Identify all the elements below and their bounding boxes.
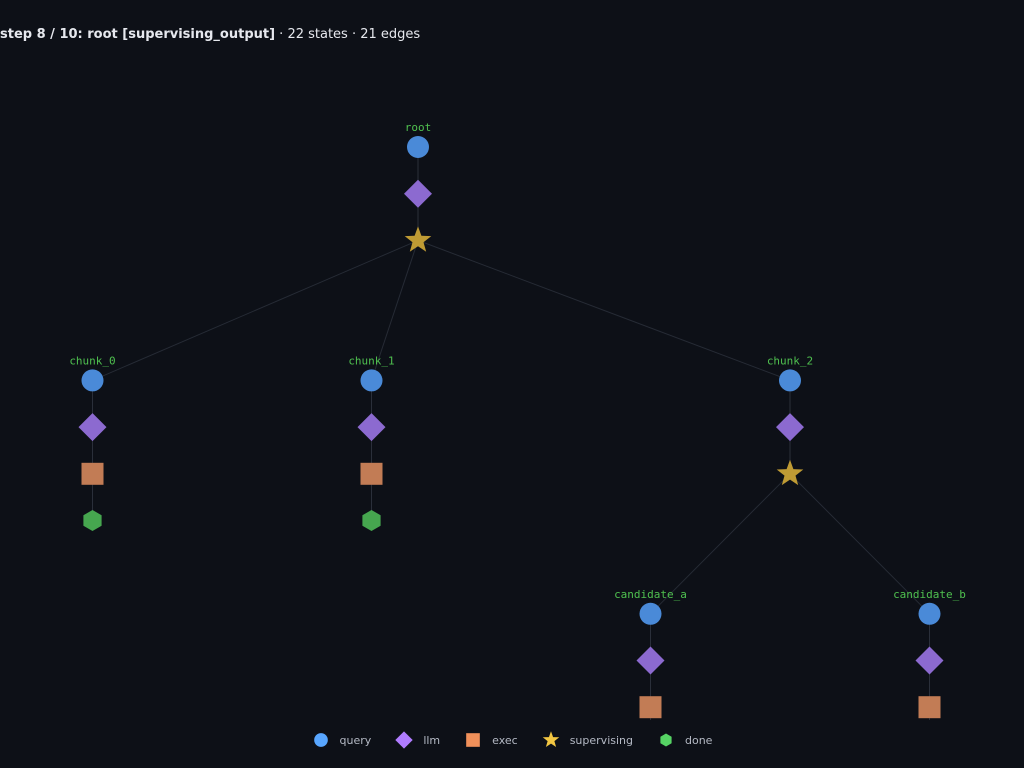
chunk_2-supervising-node — [776, 459, 804, 486]
legend-label: query — [339, 733, 372, 747]
candidate_a-exec-node — [639, 696, 662, 719]
candidate_a-query-node — [639, 602, 662, 625]
candidate_a-llm-node — [636, 646, 665, 675]
legend: query llm exec supervising done — [0, 731, 1024, 749]
root-supervising-node — [404, 226, 432, 252]
legend-label: done — [685, 733, 713, 747]
legend-llm-icon — [395, 731, 413, 749]
legend-query-icon — [313, 733, 328, 747]
chunk_0-done-node — [83, 510, 102, 531]
graph-edge — [417, 239, 791, 381]
root-llm-node — [404, 179, 432, 208]
chunk_2-query-node — [779, 369, 801, 392]
node-label-candidate_b: candidate_b — [893, 588, 966, 601]
legend-exec-marker — [466, 733, 480, 747]
state-graph: chunk_0 chunk_1 candidate_a candidate_b chun… — [69, 121, 966, 720]
legend-label: supervising — [569, 733, 633, 747]
legend-supervising-marker — [542, 731, 560, 747]
nodes-layer — [78, 136, 944, 719]
legend-supervising-icon — [542, 731, 560, 747]
node-label-chunk_0: chunk_0 — [69, 354, 115, 367]
node-label-root: root — [405, 121, 432, 134]
chunk_1-done-node — [362, 510, 381, 531]
node-label-candidate_a: candidate_a — [614, 588, 687, 601]
candidate_b-llm-node — [915, 646, 944, 675]
edges-layer — [92, 147, 930, 720]
chunk_0-exec-node — [81, 462, 104, 485]
legend-done-marker — [660, 733, 672, 747]
chunk_1-llm-node — [357, 413, 386, 442]
root-query-node — [407, 136, 429, 158]
chunk_1-exec-node — [360, 462, 383, 485]
legend-query-marker — [313, 733, 328, 747]
legend-done-icon — [660, 733, 672, 747]
chunk_1-query-node — [360, 369, 383, 392]
legend-label: llm — [423, 733, 441, 747]
legend-item-done: done — [657, 731, 712, 749]
legend-label: exec — [492, 733, 518, 747]
legend-item-exec: exec — [464, 731, 518, 749]
labels-layer: chunk_0 chunk_1 candidate_a candidate_b chun… — [69, 121, 966, 601]
legend-item-supervising: supervising — [542, 731, 633, 749]
legend-llm-marker — [395, 731, 413, 749]
chunk_0-llm-node — [78, 413, 107, 442]
legend-item-llm: llm — [395, 731, 440, 749]
node-label-chunk_2: chunk_2 — [767, 354, 813, 367]
chunk_0-query-node — [81, 369, 104, 392]
candidate_b-exec-node — [918, 696, 941, 719]
candidate_b-query-node — [918, 602, 941, 625]
legend-exec-icon — [466, 733, 480, 747]
node-label-chunk_1: chunk_1 — [348, 354, 394, 367]
legend-item-query: query — [312, 731, 372, 749]
chunk_2-llm-node — [776, 413, 804, 442]
